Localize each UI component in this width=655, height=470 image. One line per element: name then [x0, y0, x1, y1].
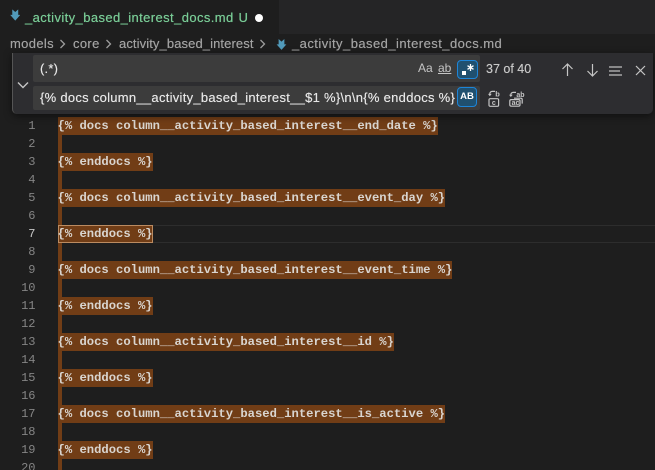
svg-text:b: b — [495, 90, 500, 99]
svg-text:ac: ac — [512, 100, 520, 107]
svg-text:c: c — [491, 100, 495, 107]
